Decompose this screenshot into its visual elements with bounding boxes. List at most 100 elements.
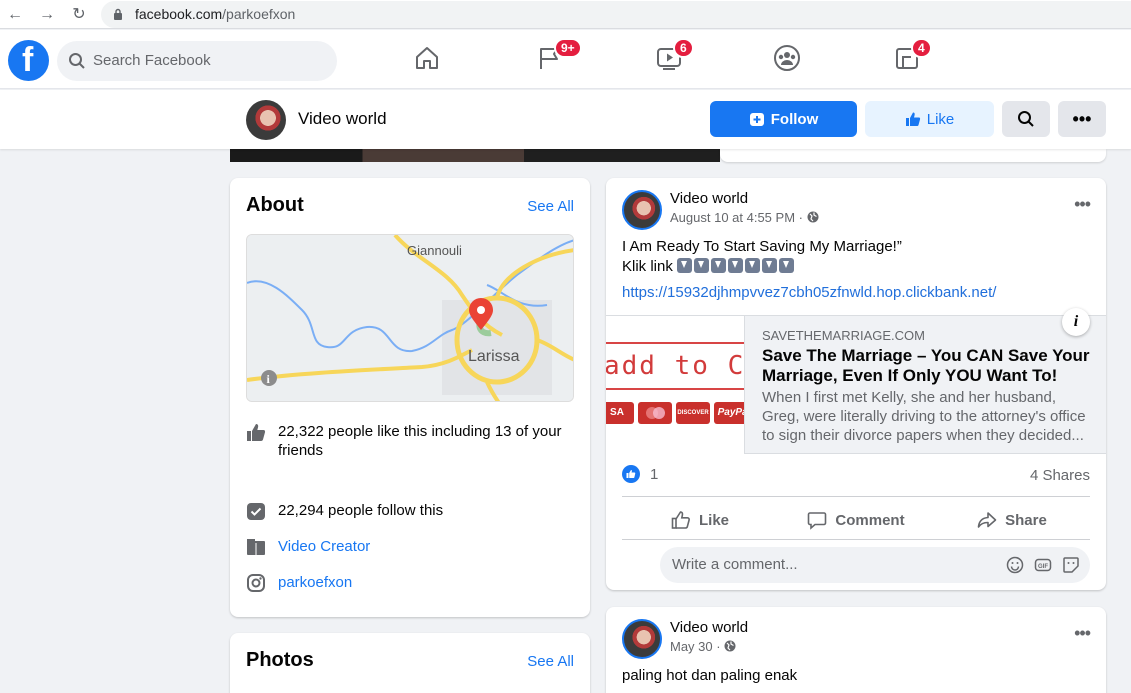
category-link[interactable]: Video Creator bbox=[278, 537, 370, 557]
share-button[interactable]: Share bbox=[934, 502, 1090, 538]
post-actions: Like Comment Share bbox=[622, 502, 1090, 538]
comment-placeholder: Write a comment... bbox=[672, 556, 798, 573]
page-search-button[interactable] bbox=[1002, 101, 1050, 137]
down-arrow-emoji-icon bbox=[694, 258, 710, 273]
category-row: Video Creator bbox=[246, 537, 370, 557]
down-arrow-emojis bbox=[677, 258, 796, 275]
address-bar[interactable]: facebook.com/parkoefxon bbox=[101, 1, 1131, 28]
groups-icon bbox=[774, 45, 800, 71]
notification-badge: 9+ bbox=[554, 38, 582, 58]
more-icon: ••• bbox=[1072, 108, 1092, 129]
share-icon bbox=[977, 512, 997, 528]
page-name[interactable]: Video world bbox=[298, 109, 387, 129]
map-drawing: Giannouli Larissa i bbox=[247, 235, 573, 401]
follow-button[interactable]: Follow bbox=[710, 101, 857, 137]
post-link[interactable]: https://15932djhmpvvez7cbh05zfnwld.hop.c… bbox=[622, 284, 996, 301]
post-date[interactable]: August 10 at 4:55 PM · bbox=[670, 210, 819, 225]
info-button[interactable]: i bbox=[1062, 308, 1090, 336]
discover-card: DISCOVER bbox=[676, 402, 710, 424]
nav-home[interactable] bbox=[413, 44, 443, 74]
facebook-logo[interactable]: f bbox=[8, 40, 49, 81]
shares-count[interactable]: 4 Shares bbox=[1030, 467, 1090, 484]
back-icon[interactable]: ← bbox=[4, 4, 26, 26]
cover-photo bbox=[230, 149, 720, 162]
photos-title: Photos bbox=[246, 649, 314, 671]
comment-button[interactable]: Comment bbox=[778, 502, 934, 538]
notification-badge: 6 bbox=[673, 38, 694, 58]
like-button[interactable]: Like bbox=[622, 502, 778, 538]
post-date-text: May 30 · bbox=[670, 639, 721, 654]
post-date[interactable]: May 30 · bbox=[670, 639, 736, 654]
post-author-name[interactable]: Video world bbox=[670, 619, 748, 636]
nav-watch[interactable]: 6 bbox=[655, 38, 694, 74]
search-input[interactable]: Search Facebook bbox=[57, 41, 337, 81]
browser-toolbar: ← → ↻ facebook.com/parkoefxon bbox=[0, 0, 1131, 29]
reaction-summary[interactable]: 1 bbox=[622, 465, 658, 483]
down-arrow-emoji-icon bbox=[728, 258, 744, 273]
down-arrow-emoji-icon bbox=[779, 258, 795, 273]
post-date-text: August 10 at 4:55 PM · bbox=[670, 210, 803, 225]
down-arrow-emoji-icon bbox=[745, 258, 761, 273]
url-path: /parkoefxon bbox=[222, 6, 296, 22]
home-icon bbox=[416, 47, 438, 69]
sticker-icon[interactable] bbox=[1062, 556, 1080, 574]
about-card: About See All Giannouli Larissa i 22,322… bbox=[230, 178, 590, 617]
link-domain: SAVETHEMARRIAGE.COM bbox=[762, 328, 926, 343]
like-reaction-icon bbox=[622, 465, 640, 483]
about-title: About bbox=[246, 194, 304, 216]
more-options-button[interactable]: ••• bbox=[1058, 101, 1106, 137]
link-preview-image: add to CAR SA DISCOVER PayPal bbox=[606, 316, 745, 454]
logo-letter: f bbox=[22, 41, 34, 79]
instagram-icon bbox=[247, 574, 265, 592]
likes-text: 22,322 people like this including 13 of … bbox=[278, 423, 562, 459]
reload-icon[interactable]: ↻ bbox=[68, 4, 90, 26]
down-arrow-emoji-icon bbox=[677, 258, 693, 273]
like-page-button[interactable]: Like bbox=[865, 101, 994, 137]
follows-row: 22,294 people follow this bbox=[246, 501, 443, 521]
photos-see-all-link[interactable]: See All bbox=[527, 653, 574, 670]
forward-icon[interactable]: → bbox=[36, 4, 58, 26]
location-map[interactable]: Giannouli Larissa i bbox=[246, 234, 574, 402]
divider bbox=[622, 496, 1090, 497]
category-icon bbox=[247, 539, 265, 555]
post-author-avatar[interactable] bbox=[622, 619, 662, 659]
visa-card: SA bbox=[606, 402, 634, 424]
post-author-name[interactable]: Video world bbox=[670, 190, 748, 207]
link-description: When I first met Kelly, she and her husb… bbox=[762, 389, 1086, 444]
post-options-button[interactable]: ••• bbox=[1074, 623, 1091, 644]
post-author-avatar[interactable] bbox=[622, 190, 662, 230]
nav-groups[interactable] bbox=[773, 44, 803, 74]
instagram-link[interactable]: parkoefxon bbox=[278, 573, 352, 593]
mastercard-card bbox=[638, 402, 672, 424]
page-avatar[interactable] bbox=[246, 100, 286, 140]
search-icon bbox=[69, 53, 85, 69]
svg-text:GIF: GIF bbox=[1038, 564, 1048, 570]
paypal-card: PayPal bbox=[714, 402, 744, 424]
globe-icon bbox=[724, 640, 736, 652]
search-placeholder: Search Facebook bbox=[93, 52, 211, 69]
search-icon bbox=[1018, 111, 1034, 127]
gif-icon[interactable]: GIF bbox=[1034, 556, 1052, 574]
thumbs-up-outline-icon bbox=[671, 511, 690, 529]
link-preview-card[interactable]: add to CAR SA DISCOVER PayPal SAVETHEMAR… bbox=[606, 315, 1106, 454]
follows-text: 22,294 people follow this bbox=[278, 502, 444, 519]
emoji-icon[interactable] bbox=[1006, 556, 1024, 574]
photos-card: Photos See All bbox=[230, 633, 590, 693]
post-options-button[interactable]: ••• bbox=[1074, 194, 1091, 215]
cover-side-panel bbox=[720, 149, 1106, 162]
nav-gaming[interactable]: 4 bbox=[893, 38, 932, 74]
thumbs-up-icon bbox=[247, 424, 266, 441]
like-label: Like bbox=[926, 110, 955, 128]
down-arrow-emoji-icon bbox=[762, 258, 778, 273]
reaction-count: 1 bbox=[650, 465, 659, 483]
preview-image-text: dd to CAR bbox=[621, 351, 745, 381]
map-label-village: Giannouli bbox=[407, 243, 462, 258]
post-card: Video world May 30 · ••• paling hot dan … bbox=[606, 607, 1106, 693]
map-label-city: Larissa bbox=[468, 348, 520, 365]
lock-icon bbox=[114, 8, 122, 20]
follow-icon bbox=[749, 113, 764, 126]
preview-image-letter: a bbox=[606, 351, 622, 381]
nav-pages[interactable]: 9+ bbox=[536, 38, 582, 74]
about-see-all-link[interactable]: See All bbox=[527, 198, 574, 215]
comment-input[interactable]: Write a comment... GIF bbox=[660, 547, 1090, 583]
